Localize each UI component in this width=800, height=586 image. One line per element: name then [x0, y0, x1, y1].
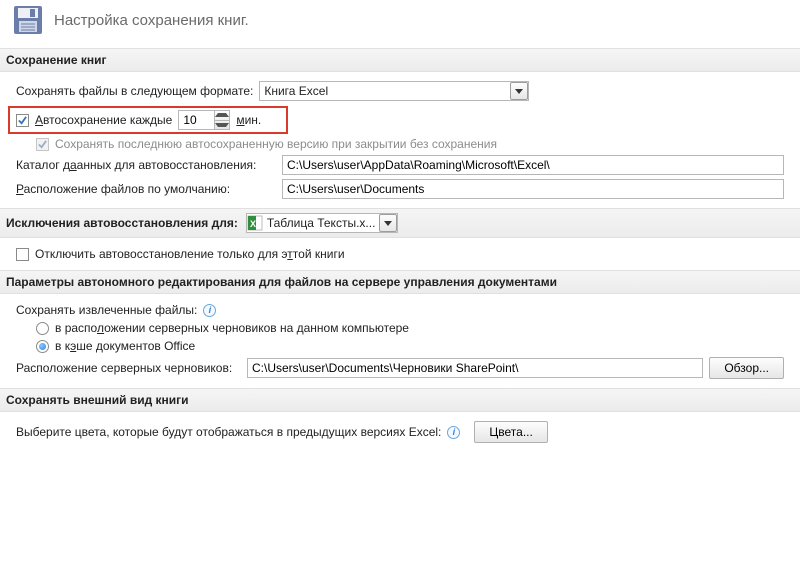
keep-last-version-checkbox	[36, 138, 49, 151]
default-location-input[interactable]	[282, 179, 784, 199]
autosave-interval-spinner[interactable]	[178, 110, 230, 130]
chevron-down-icon	[384, 221, 392, 226]
save-format-label: Сохранять файлы в следующем формате:	[16, 84, 253, 98]
page-header: Настройка сохранения книг.	[8, 4, 792, 42]
autosave-interval-input[interactable]	[178, 110, 214, 130]
exclusions-file-select[interactable]: X Таблица Тексты.x...	[246, 213, 399, 233]
svg-text:X: X	[250, 219, 256, 229]
save-format-select[interactable]: Книга Excel	[259, 81, 529, 101]
disable-autorecover-label: Отключить автовосстановление только для …	[35, 247, 345, 261]
section-exclusions: Исключения автовосстановления для: X Таб…	[0, 208, 800, 238]
keep-last-version-row: Сохранять последнюю автосохраненную верс…	[8, 136, 792, 154]
spinner-up-button[interactable]	[215, 111, 229, 120]
extracted-files-row: Сохранять извлеченные файлы: i	[8, 302, 792, 320]
autorecover-dir-input[interactable]	[282, 155, 784, 175]
spinner-down-button[interactable]	[215, 120, 229, 130]
section-save-books: Сохранение книг	[0, 48, 800, 72]
opt-server-drafts-label: в расположении серверных черновиков на д…	[55, 321, 409, 335]
save-icon	[12, 4, 44, 36]
exclusions-file-value: Таблица Тексты.x...	[263, 216, 380, 230]
disable-autorecover-row: Отключить автовосстановление только для …	[8, 246, 792, 264]
section-offline: Параметры автономного редактирования для…	[0, 270, 800, 294]
page-title: Настройка сохранения книг.	[54, 12, 249, 29]
autosave-unit-label: мин.	[236, 113, 261, 127]
disable-autorecover-checkbox[interactable]	[16, 248, 29, 261]
info-icon[interactable]: i	[447, 426, 460, 439]
save-format-value: Книга Excel	[260, 84, 510, 98]
colors-label: Выберите цвета, которые будут отображать…	[16, 425, 441, 439]
opt-office-cache-row: в кэше документов Office	[8, 338, 792, 356]
opt-server-drafts-radio[interactable]	[36, 322, 49, 335]
autorecover-dir-label: Каталог даанных для автовосстановления:	[16, 158, 276, 172]
drafts-location-label: Расположение серверных черновиков:	[16, 361, 241, 375]
autosave-highlight: Автосохранение каждые мин.	[8, 106, 288, 134]
check-icon	[38, 140, 47, 149]
opt-office-cache-label: в кэше документов Office	[55, 339, 195, 353]
keep-last-version-label: Сохранять последнюю автосохраненную верс…	[55, 137, 497, 151]
drafts-location-row: Расположение серверных черновиков: Обзор…	[8, 356, 792, 382]
save-format-dropdown-button[interactable]	[510, 82, 528, 100]
excel-file-icon: X	[247, 215, 263, 231]
opt-office-cache-radio[interactable]	[36, 340, 49, 353]
chevron-down-icon	[215, 123, 229, 127]
info-icon[interactable]: i	[203, 304, 216, 317]
colors-row: Выберите цвета, которые будут отображать…	[8, 420, 792, 446]
opt-server-drafts-row: в расположении серверных черновиков на д…	[8, 320, 792, 338]
autosave-label: Автосохранение каждые	[35, 113, 172, 127]
section-appearance: Сохранять внешний вид книги	[0, 388, 800, 412]
exclusions-dropdown-button[interactable]	[379, 214, 397, 232]
drafts-location-input[interactable]	[247, 358, 703, 378]
extracted-files-label: Сохранять извлеченные файлы:	[16, 303, 197, 317]
section-exclusions-label: Исключения автовосстановления для:	[6, 216, 238, 230]
autorecover-dir-row: Каталог даанных для автовосстановления:	[8, 154, 792, 178]
colors-button[interactable]: Цвета...	[474, 421, 547, 443]
default-location-label: Расположение файлов по умолчанию:	[16, 182, 276, 196]
default-location-row: Расположение файлов по умолчанию:	[8, 178, 792, 202]
autosave-checkbox[interactable]	[16, 114, 29, 127]
chevron-up-icon	[215, 113, 229, 117]
check-icon	[18, 116, 27, 125]
browse-button[interactable]: Обзор...	[709, 357, 784, 379]
chevron-down-icon	[515, 89, 523, 94]
save-format-row: Сохранять файлы в следующем формате: Кни…	[8, 80, 792, 104]
